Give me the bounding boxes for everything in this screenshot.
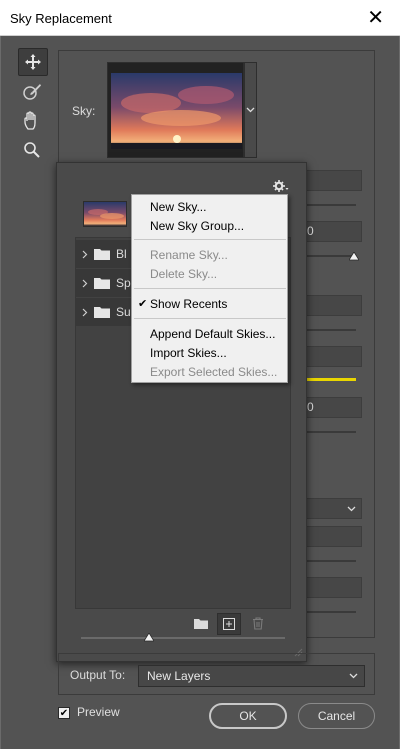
chevron-right-icon[interactable] [82, 279, 88, 288]
move-tool-button[interactable] [18, 48, 48, 76]
hand-icon [24, 111, 36, 130]
fade-edge-field[interactable]: 0 [300, 221, 362, 242]
scale-field[interactable]: 0 [300, 397, 362, 418]
menu-separator [134, 239, 286, 240]
zoom-icon [24, 142, 40, 158]
sky-preview-image [111, 73, 242, 149]
menu-item-new-sky-group[interactable]: New Sky Group... [150, 219, 244, 233]
recent-sky-thumbnail[interactable] [83, 201, 127, 227]
menu-item-delete-sky: Delete Sky... [150, 267, 218, 281]
tool-column [18, 48, 48, 166]
lighting-adjust-slider[interactable] [300, 560, 356, 562]
menu-separator [134, 288, 286, 289]
fade-edge-slider[interactable] [300, 255, 356, 257]
slider-knob-icon[interactable] [349, 252, 359, 261]
output-to-label: Output To: [70, 668, 126, 682]
scale-value: 0 [307, 400, 314, 414]
lighting-adjust-field[interactable] [300, 526, 362, 547]
close-icon[interactable]: ✕ [367, 6, 384, 30]
ok-button[interactable]: OK [209, 703, 287, 729]
sky-group-row[interactable]: Bl [76, 240, 136, 268]
color-adjust-slider[interactable] [300, 611, 356, 613]
folder-icon [94, 278, 110, 289]
shift-edge-slider[interactable] [300, 204, 356, 206]
cancel-button-label: Cancel [317, 709, 356, 723]
zoom-tool-button[interactable] [18, 137, 46, 163]
menu-item-export-selected-skies: Export Selected Skies... [150, 365, 278, 379]
shift-edge-field[interactable] [300, 170, 362, 191]
temperature-slider[interactable] [300, 378, 356, 381]
new-group-folder-icon[interactable] [194, 618, 208, 629]
menu-item-new-sky[interactable]: New Sky... [150, 200, 206, 214]
brightness-slider[interactable] [300, 329, 356, 331]
chevron-right-icon[interactable] [82, 250, 88, 259]
chevron-down-icon [347, 506, 356, 512]
hand-tool-button[interactable] [18, 108, 46, 134]
checkmark-icon: ✔ [138, 298, 148, 310]
add-icon [223, 618, 235, 630]
thumbnail-size-slider[interactable] [81, 637, 285, 639]
trash-icon[interactable] [252, 617, 264, 630]
folder-icon [94, 249, 110, 260]
sky-dropdown-button[interactable] [244, 62, 257, 158]
preview-label: Preview [77, 705, 120, 719]
preview-checkbox[interactable]: ✔ [58, 707, 70, 719]
cancel-button[interactable]: Cancel [298, 703, 375, 729]
fade-edge-value: 0 [307, 224, 314, 238]
chevron-down-icon [349, 673, 358, 679]
recent-sky-image [84, 202, 126, 226]
sky-label: Sky: [72, 104, 96, 118]
chevron-right-icon[interactable] [82, 308, 88, 317]
menu-item-append-default-skies[interactable]: Append Default Skies... [150, 327, 275, 341]
ok-button-label: OK [239, 709, 257, 723]
slider-knob-icon[interactable] [144, 633, 154, 642]
menu-item-show-recents[interactable]: Show Recents [150, 297, 227, 311]
scale-slider[interactable] [300, 431, 356, 433]
output-to-select[interactable]: New Layers [138, 665, 365, 687]
sky-brush-tool-button[interactable] [18, 79, 46, 105]
sky-group-row[interactable]: Su [76, 298, 136, 326]
sky-group-label: Sp [116, 276, 131, 290]
color-adjust-field[interactable] [300, 577, 362, 598]
sky-thumbnail[interactable] [107, 62, 244, 158]
sky-brush-icon [23, 84, 41, 100]
folder-icon [94, 307, 110, 318]
menu-item-rename-sky: Rename Sky... [150, 248, 228, 262]
brightness-field[interactable] [300, 295, 362, 316]
gear-icon[interactable] [273, 179, 289, 193]
new-sky-button[interactable] [217, 613, 241, 635]
menu-item-import-skies[interactable]: Import Skies... [150, 346, 227, 360]
window-title: Sky Replacement [10, 11, 112, 26]
sky-presets-menu: New Sky... New Sky Group... Rename Sky..… [131, 194, 288, 383]
temperature-field[interactable] [300, 346, 362, 367]
chevron-down-icon [246, 107, 255, 113]
output-to-value: New Layers [147, 669, 211, 683]
sky-group-row[interactable]: Sp [76, 269, 136, 297]
sky-group-label: Bl [116, 247, 127, 261]
sky-group-label: Su [116, 305, 131, 319]
move-icon [25, 54, 41, 70]
lighting-mode-select[interactable] [300, 498, 362, 519]
title-bar: Sky Replacement ✕ [0, 0, 400, 36]
menu-separator [134, 318, 286, 319]
